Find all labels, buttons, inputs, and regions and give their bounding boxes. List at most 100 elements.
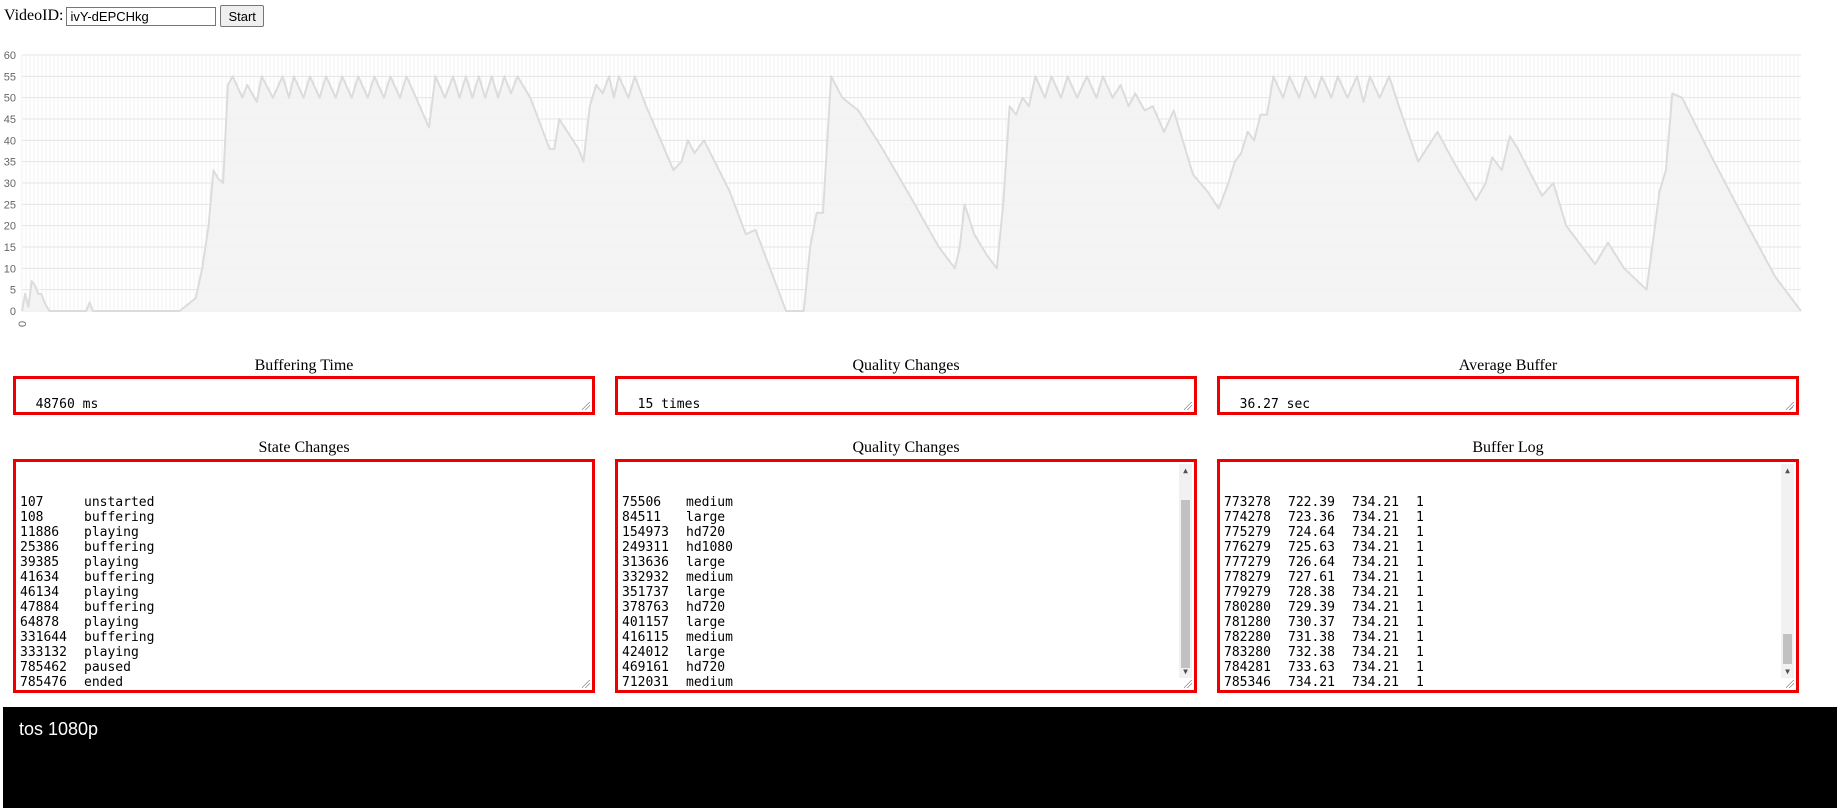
- quality-log-cell: 351737: [622, 585, 669, 600]
- buffer-log-cell: 734.21: [1352, 675, 1399, 690]
- buffer-log-cell: 731.38: [1288, 630, 1335, 645]
- state-changes-log[interactable]: 107 unstarted 108 buffering 11886 playing 2538…: [13, 459, 595, 693]
- quality-log-cell: hd720: [686, 660, 726, 675]
- scroll-down-icon[interactable]: ▼: [1781, 665, 1794, 678]
- buffer-log-cell: 1: [1416, 555, 1424, 570]
- state-changes-title: State Changes: [258, 439, 350, 456]
- state-log-cell: playing: [84, 645, 139, 660]
- buffer-log-cell: 782280: [1224, 630, 1271, 645]
- buffer-log-cell: 1: [1416, 510, 1424, 525]
- start-button[interactable]: Start: [220, 5, 264, 27]
- buffer-log-cell: 1: [1416, 495, 1424, 510]
- buffer-log-cell: 728.38: [1288, 585, 1335, 600]
- state-log-row: 785476 ended: [20, 675, 588, 690]
- buffer-log-cell: 723.36: [1288, 510, 1335, 525]
- state-log-row: 64878 playing: [20, 615, 588, 630]
- state-log-cell: buffering: [84, 600, 155, 615]
- state-log-cell: 46134: [20, 585, 60, 600]
- quality-log-cell: medium: [686, 495, 733, 510]
- quality-log-cell: medium: [686, 630, 733, 645]
- y-tick-label: 5: [10, 285, 16, 297]
- buffer-log-cell: 1: [1416, 645, 1424, 660]
- buffer-log-row: 777279 726.64 734.21 1: [1224, 555, 1792, 570]
- average-buffer-field[interactable]: 36.27 sec: [1217, 376, 1799, 415]
- quality-log-cell: hd1080: [686, 540, 733, 555]
- state-log-row: 11886 playing: [20, 525, 588, 540]
- quality-log-cell: 401157: [622, 615, 669, 630]
- state-log-cell: buffering: [84, 510, 155, 525]
- buffer-log-cell: 1: [1416, 690, 1436, 693]
- quality-log-row: 351737 large: [622, 585, 1190, 600]
- state-log-cell: 11886: [20, 525, 60, 540]
- video-controls: VideoID: Start: [4, 4, 264, 28]
- quality-log-cell: 424012: [622, 645, 669, 660]
- resize-handle-icon[interactable]: [1184, 402, 1192, 410]
- quality-log-row: 249311 hd1080: [622, 540, 1190, 555]
- resize-handle-icon[interactable]: [582, 402, 590, 410]
- buffer-log-cell: 773278: [1224, 495, 1271, 510]
- buffer-log-cell: 783280: [1224, 645, 1271, 660]
- buffer-log-cell: 734.21: [1352, 510, 1399, 525]
- resize-handle-icon[interactable]: [1786, 680, 1794, 688]
- state-log-cell: buffering: [84, 540, 155, 555]
- quality-log-cell: large: [686, 510, 726, 525]
- buffer-log-cell: 774278: [1224, 510, 1271, 525]
- buffer-log-row: 784281 733.63 734.21 1: [1224, 660, 1792, 675]
- video-player[interactable]: tos 1080p: [3, 707, 1837, 808]
- buffer-log-scrollbar[interactable]: ▲ ▼: [1781, 464, 1794, 678]
- quality-log-cell: large: [686, 615, 726, 630]
- buffer-log-cell: 734.21: [1288, 675, 1335, 690]
- state-log-cell: 64878: [20, 615, 60, 630]
- quality-log-cell: 75506: [622, 495, 662, 510]
- buffer-log-cell: 726.64: [1288, 555, 1335, 570]
- scroll-up-icon[interactable]: ▲: [1781, 464, 1794, 477]
- quality-log-row: 728900large: [622, 690, 1190, 693]
- buffer-log-cell: 786347: [1224, 690, 1288, 693]
- buffer-log-cell: 784281: [1224, 660, 1271, 675]
- buffer-log-cell: 722.39: [1288, 495, 1335, 510]
- buffer-log-cell: 734.21: [1352, 660, 1399, 675]
- buffer-log-cell: 1: [1416, 630, 1424, 645]
- state-log-cell: 108: [20, 510, 44, 525]
- state-log-cell: 25386: [20, 540, 60, 555]
- resize-handle-icon[interactable]: [1786, 402, 1794, 410]
- resize-handle-icon[interactable]: [1184, 680, 1192, 688]
- buffer-log-cell: 1: [1416, 540, 1424, 555]
- buffer-log-row: 781280 730.37 734.21 1: [1224, 615, 1792, 630]
- scroll-thumb[interactable]: [1181, 500, 1190, 668]
- y-tick-label: 20: [4, 221, 16, 233]
- state-changes-panel: State Changes: [13, 438, 595, 458]
- state-log-row: 41634 buffering: [20, 570, 588, 585]
- video-id-input[interactable]: [66, 6, 217, 26]
- y-tick-label: 40: [4, 135, 16, 147]
- buffer-log-row: 782280 731.38 734.21 1: [1224, 630, 1792, 645]
- state-log-cell: buffering: [84, 570, 155, 585]
- quality-log-cell: 84511: [622, 510, 662, 525]
- buffer-log-cell: 734.21: [1352, 540, 1399, 555]
- state-log-row: 107 unstarted: [20, 495, 588, 510]
- quality-log-row: 84511 large: [622, 510, 1190, 525]
- quality-log-cell: large: [686, 645, 726, 660]
- scroll-up-icon[interactable]: ▲: [1179, 464, 1192, 477]
- buffering-time-field[interactable]: 48760 ms: [13, 376, 595, 415]
- state-log-cell: 333132: [20, 645, 67, 660]
- state-log-cell: 41634: [20, 570, 60, 585]
- quality-changes-log[interactable]: 75506 medium 84511 large 154973 hd720 249311 hd…: [615, 459, 1197, 693]
- quality-log-cell: 728900: [622, 690, 686, 693]
- buffering-time-title: Buffering Time: [254, 357, 354, 374]
- buffer-log-row: 783280 732.38 734.21 1: [1224, 645, 1792, 660]
- buffer-log[interactable]: 773278 722.39 734.21 1 774278 723.36 734.21 1 77…: [1217, 459, 1799, 693]
- buffering-time-value: 48760 ms: [35, 397, 99, 412]
- quality-log-scrollbar[interactable]: ▲ ▼: [1179, 464, 1192, 678]
- scroll-thumb[interactable]: [1783, 634, 1792, 664]
- resize-handle-icon[interactable]: [582, 680, 590, 688]
- buffer-log-row: 779279 728.38 734.21 1: [1224, 585, 1792, 600]
- scroll-down-icon[interactable]: ▼: [1179, 665, 1192, 678]
- quality-log-cell: large: [686, 585, 726, 600]
- quality-log-row: 469161 hd720: [622, 660, 1190, 675]
- buffer-log-row: 776279 725.63 734.21 1: [1224, 540, 1792, 555]
- quality-log-row: 75506 medium: [622, 495, 1190, 510]
- buffer-log-row: 786347734.21734.211: [1224, 690, 1792, 693]
- buffer-log-row: 780280 729.39 734.21 1: [1224, 600, 1792, 615]
- quality-count-field[interactable]: 15 times: [615, 376, 1197, 415]
